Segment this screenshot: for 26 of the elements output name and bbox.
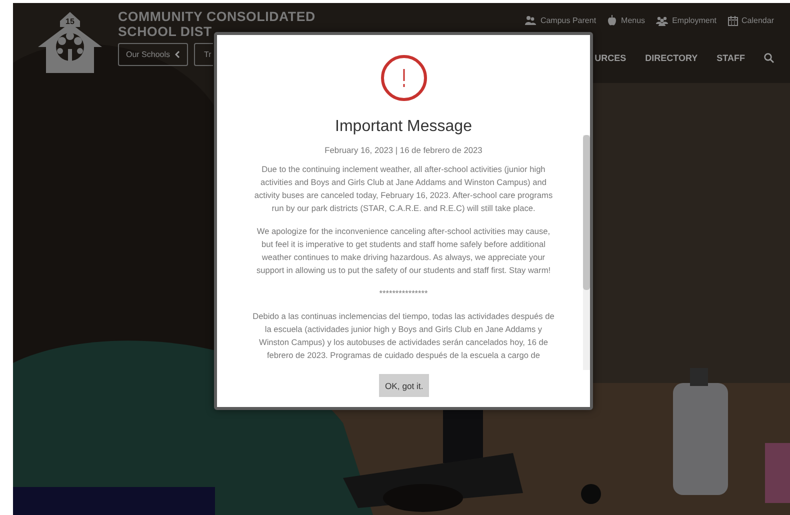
ok-button[interactable]: OK, got it. [379,374,430,397]
site-title: COMMUNITY CONSOLIDATED SCHOOL DIST [118,9,316,39]
modal-title: Important Message [335,117,472,137]
quick-link[interactable]: Menus [607,15,646,26]
group-icon [656,16,668,26]
search-icon[interactable] [764,53,774,63]
chevron-icon [175,51,180,58]
apple-icon [607,15,618,26]
quick-link[interactable]: Employment [656,15,717,26]
scrollbar[interactable] [583,135,590,370]
alert-icon [380,55,426,101]
nav-link[interactable]: DIRECTORY [645,53,698,63]
modal-date: February 16, 2023 | 16 de febrero de 2023 [324,144,482,156]
message-paragraph: Due to the continuing inclement weather, all after-school activities (junior high activities and Boys and Girls Club at Jane Addams and Winston Campus) and activity buses are canceled today, February 16, 2023. After-school care programs run by our park districts (STAR, C.A.R.E. and R.E.C) will still take place. [253,163,554,215]
menu-button[interactable]: Our Schools [118,43,188,66]
calendar-icon [728,16,738,26]
message-paragraph: We apologize for the inconvenience canceling after-school activities may cause, but feel it is imperative to get students and staff home safely before additional weather continues to make driving hazardous. As always, we appreciate your support in allowing us to put the safety of our students and staff first. Stay warm! [255,225,552,277]
nav-link[interactable]: STAFF [716,53,745,63]
people-icon [525,16,536,25]
message-paragraph: *************** [378,287,429,300]
logo-number: 15 [66,17,74,26]
nav-link[interactable]: URCES [594,53,626,63]
quick-link[interactable]: Calendar [728,15,774,26]
menu-button[interactable]: Tr [194,43,214,66]
message-paragraph: Debido a las continuas inclemencias del tiempo, todas las actividades después de la escuela (actividades junior high y Boys and Girls Club en Jane Addams y Winston Campus) y los autobuses de actividades serán cancelados hoy, 16 de febrero de 2023. Programas de cuidado después de la escuela a cargo de [252,310,556,362]
quick-link[interactable]: Campus Parent [525,15,596,26]
